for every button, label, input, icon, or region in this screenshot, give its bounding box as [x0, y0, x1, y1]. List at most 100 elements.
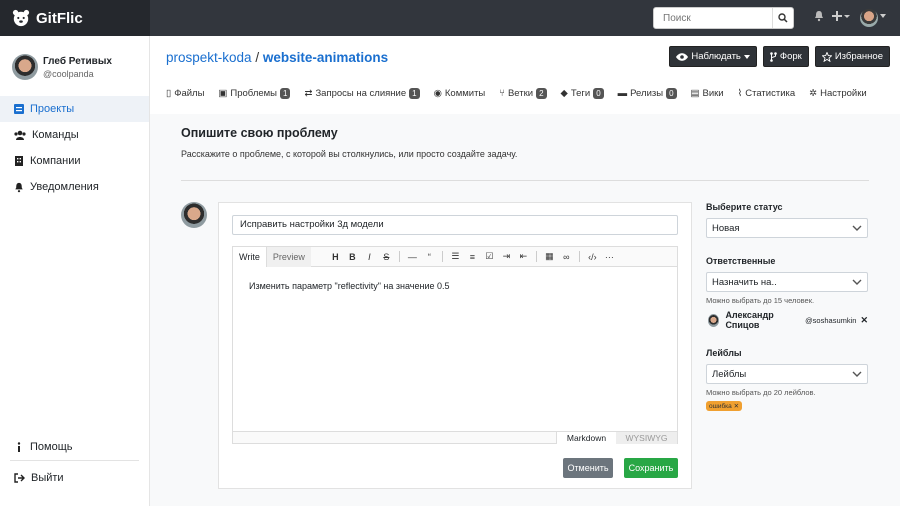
task-list-icon[interactable]: ☑ [481, 251, 498, 262]
sidebar: Глеб Ретивых @coolpanda Проекты Команды … [0, 36, 150, 506]
tab-releases[interactable]: ▬ Релизы 0 [618, 88, 677, 99]
bullet-list-icon[interactable]: ☰ [447, 251, 464, 262]
search-button[interactable] [772, 8, 793, 28]
sidebar-item-logout[interactable]: Выйти [0, 465, 149, 491]
favorite-button[interactable]: Избранное [814, 46, 890, 67]
label-tag[interactable]: ошибка ✕ [706, 401, 743, 411]
tab-label: Коммиты [444, 88, 486, 99]
table-icon[interactable]: ▦ [541, 251, 558, 262]
sidebar-item-label: Команды [32, 129, 79, 141]
horizontal-rule-icon[interactable]: — [404, 252, 421, 262]
divider [10, 460, 139, 461]
tab-issues[interactable]: ▣ Проблемы 1 [218, 88, 291, 99]
fork-button[interactable]: Форк [762, 46, 809, 67]
logo[interactable]: GitFlic [0, 0, 150, 36]
italic-icon[interactable]: I [361, 252, 378, 262]
status-select[interactable]: Новая [706, 218, 868, 238]
tab-tags[interactable]: ◆ Теги 0 [561, 88, 604, 99]
strikethrough-icon[interactable]: S [378, 252, 395, 262]
outdent-icon[interactable]: ⇤ [515, 251, 532, 262]
issue-page: Опишите свою проблему Расскажите о пробл… [150, 114, 900, 506]
caret-down-icon [743, 54, 750, 59]
write-tab[interactable]: Write [233, 246, 267, 267]
user-avatar-menu[interactable] [860, 9, 878, 27]
sidebar-item-teams[interactable]: Команды [0, 122, 149, 148]
watch-button[interactable]: Наблюдать [669, 46, 757, 67]
tab-branches[interactable]: ⑂ Ветки 2 [499, 88, 547, 99]
search-input[interactable] [654, 8, 772, 28]
remove-assignee-icon[interactable]: ✕ [860, 315, 868, 326]
user-card[interactable]: Глеб Ретивых @coolpanda [12, 54, 112, 80]
chevron-down-icon[interactable] [880, 14, 886, 18]
tab-files[interactable]: ▯ Файлы [166, 88, 204, 99]
sidebar-item-notifications[interactable]: Уведомления [0, 174, 149, 200]
labels-hint: Можно выбрать до 20 лейблов. [706, 388, 816, 397]
tab-wiki[interactable]: ▤ Вики [691, 88, 724, 99]
repo-owner-link[interactable]: prospekt-koda [166, 50, 252, 65]
bear-logo-icon [12, 9, 30, 27]
info-icon [17, 442, 21, 452]
bell-icon [15, 182, 23, 192]
assignee-label: Ответственные [706, 256, 776, 266]
issue-body-text[interactable]: Изменить параметр "reflectivity" на знач… [233, 267, 677, 305]
tab-statistics[interactable]: ⌇ Статистика [738, 88, 796, 99]
labels-select[interactable]: Лейблы [706, 364, 868, 384]
tab-label: Ветки [507, 88, 534, 99]
merge-icon: ⇄ [304, 88, 313, 99]
star-icon [821, 51, 832, 62]
markdown-editor: Write Preview H B I S — “ ☰ ≡ ☑ ⇥ ⇤ ▦ ∞ … [232, 246, 678, 444]
top-bar: GitFlic [0, 0, 900, 36]
assignee-select[interactable]: Назначить на.. [706, 272, 868, 292]
help-label: Помощь [30, 441, 73, 453]
search-box [653, 7, 794, 29]
projects-icon [14, 104, 24, 114]
more-icon[interactable]: ··· [601, 252, 618, 262]
divider [535, 251, 537, 262]
tab-commits[interactable]: ◉ Коммиты [434, 88, 486, 99]
avatar [708, 313, 720, 327]
preview-tab[interactable]: Preview [266, 246, 311, 267]
status-value: Новая [712, 222, 740, 234]
indent-icon[interactable]: ⇥ [498, 251, 515, 262]
repo-name-link[interactable]: website-animations [263, 50, 388, 65]
repo-actions: Наблюдать Форк Избранное [669, 46, 890, 67]
chevron-down-icon [852, 279, 862, 285]
sidebar-item-help[interactable]: Помощь [0, 434, 149, 460]
plus-dropdown-icon[interactable] [832, 10, 850, 22]
save-button[interactable]: Сохранить [624, 458, 678, 478]
sidebar-item-label: Компании [30, 155, 81, 167]
users-icon [14, 130, 26, 140]
bold-icon[interactable]: B [344, 252, 361, 262]
user-login: @coolpanda [43, 68, 94, 79]
bell-icon[interactable] [814, 10, 824, 22]
assignee-chip: Александр Спицов @soshasumkin ✕ [706, 310, 868, 330]
sidebar-item-companies[interactable]: Компании [0, 148, 149, 174]
numbered-list-icon[interactable]: ≡ [464, 252, 481, 262]
page-subtitle: Расскажите о проблеме, с которой вы стол… [181, 149, 518, 159]
labels-placeholder: Лейблы [712, 368, 747, 380]
book-icon: ▤ [690, 88, 700, 99]
chevron-down-icon [852, 371, 862, 377]
markdown-mode-tab[interactable]: Markdown [556, 432, 616, 444]
tab-label: Релизы [630, 88, 664, 99]
issue-title-input[interactable]: Исправить настройки 3д модели [232, 215, 678, 235]
cancel-button[interactable]: Отменить [563, 458, 613, 478]
logout-label: Выйти [31, 472, 64, 484]
tab-label: Файлы [174, 88, 205, 99]
sidebar-item-label: Уведомления [30, 181, 99, 193]
link-icon[interactable]: ∞ [558, 252, 575, 262]
code-icon[interactable]: ‹/› [584, 252, 601, 262]
app-name: GitFlic [36, 9, 83, 27]
tab-settings[interactable]: ✲ Настройки [809, 88, 867, 99]
sidebar-item-projects[interactable]: Проекты [0, 96, 149, 122]
page-title: Опишите свою проблему [181, 126, 338, 140]
tab-merge-requests[interactable]: ⇄ Запросы на слияние 1 [304, 88, 420, 99]
issue-icon: ▣ [218, 88, 228, 99]
format-buttons: H B I S — “ ☰ ≡ ☑ ⇥ ⇤ ▦ ∞ ‹/› ··· [327, 251, 618, 262]
wysiwyg-mode-tab[interactable]: WYSIWYG [616, 432, 677, 444]
count-badge: 0 [593, 88, 604, 99]
heading-icon[interactable]: H [327, 252, 344, 262]
quote-icon[interactable]: “ [421, 252, 438, 262]
tab-label: Статистика [745, 88, 796, 99]
assignee-hint: Можно выбрать до 15 человек. [706, 296, 815, 305]
